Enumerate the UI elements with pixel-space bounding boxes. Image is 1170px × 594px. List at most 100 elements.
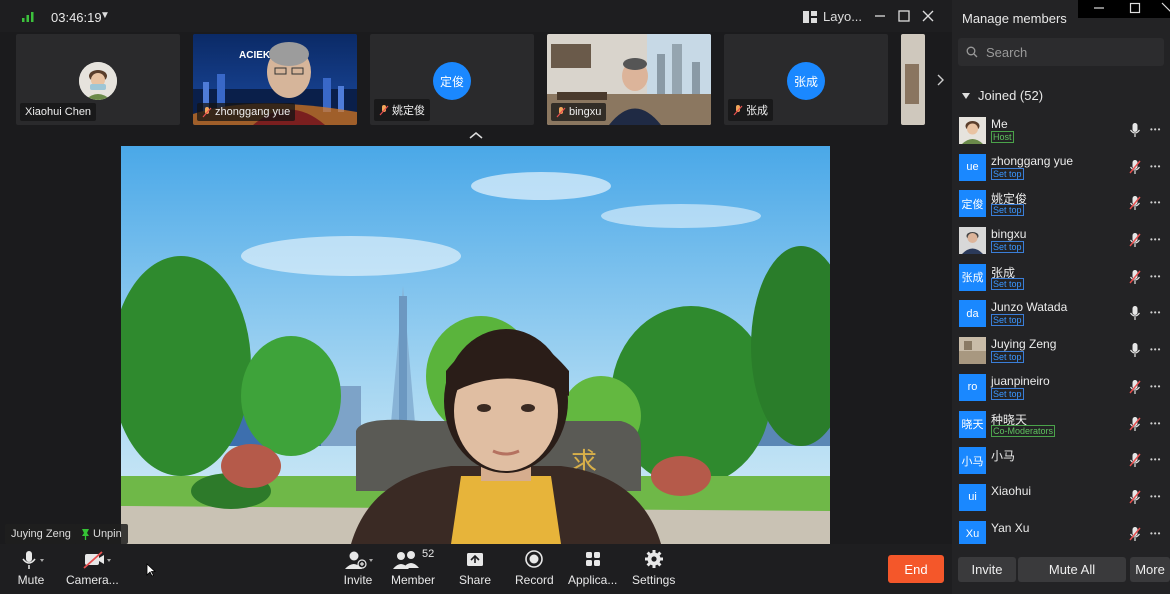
avatar	[959, 337, 986, 365]
applications-button[interactable]: Applica...	[568, 550, 617, 587]
more-options-icon[interactable]: •••	[1150, 235, 1161, 244]
maximize-icon[interactable]	[1128, 1, 1142, 15]
thumbnail-yao-dingjun[interactable]: 定俊 姚定俊	[370, 34, 534, 125]
set-top-button[interactable]: Set top	[991, 314, 1024, 327]
microphone-icon[interactable]	[1128, 122, 1142, 138]
thumbnail-zhang-cheng[interactable]: 张成 张成	[724, 34, 888, 125]
set-top-button[interactable]: Set top	[991, 241, 1024, 254]
joined-section-header[interactable]: Joined (52)	[962, 88, 1043, 103]
gear-icon	[644, 550, 663, 568]
avatar: da	[959, 300, 986, 328]
set-top-button[interactable]: Set top	[991, 351, 1024, 364]
mic-muted-icon[interactable]	[1128, 416, 1142, 432]
mic-muted-icon[interactable]	[1128, 526, 1142, 542]
more-options-icon[interactable]: •••	[1150, 492, 1161, 501]
more-options-icon[interactable]: •••	[1150, 345, 1161, 354]
more-options-icon[interactable]: •••	[1150, 455, 1161, 464]
set-top-button[interactable]: Set top	[991, 167, 1024, 180]
record-button[interactable]: Record	[515, 550, 554, 587]
mute-all-button[interactable]: Mute All	[1018, 557, 1126, 582]
member-count: 52	[422, 548, 435, 560]
minimize-icon[interactable]	[1092, 1, 1106, 15]
member-row[interactable]: bingxu Set top •••	[952, 224, 1170, 261]
mouse-cursor-icon	[146, 563, 156, 577]
end-meeting-button[interactable]: End	[888, 555, 944, 583]
member-row[interactable]: 张成 张成 Set top •••	[952, 261, 1170, 298]
camera-button[interactable]: Camera...	[66, 550, 119, 587]
chevron-right-icon[interactable]	[932, 72, 948, 88]
mic-muted-icon[interactable]	[1128, 452, 1142, 468]
microphone-icon[interactable]	[1128, 305, 1142, 321]
member-row[interactable]: ue zhonggang yue Set top •••	[952, 151, 1170, 188]
participant-name: bingxu	[551, 103, 607, 121]
member-row[interactable]: ro juanpineiro Set top •••	[952, 371, 1170, 408]
invite-button[interactable]: Invite	[958, 557, 1016, 582]
role-badge: Co-Moderators	[991, 424, 1056, 437]
more-options-icon[interactable]: •••	[1150, 272, 1161, 281]
member-name: Me	[991, 117, 1008, 131]
mute-button[interactable]: Mute	[16, 550, 46, 587]
member-row[interactable]: 小马 小马 •••	[952, 444, 1170, 481]
caret-down-icon	[962, 92, 970, 99]
more-options-icon[interactable]: •••	[1150, 419, 1161, 428]
more-options-icon[interactable]: •••	[1150, 125, 1161, 134]
member-name: Xiaohui	[991, 483, 1032, 498]
main-video[interactable]: 求	[121, 146, 830, 544]
search-input[interactable]	[984, 43, 1158, 61]
minimize-icon[interactable]	[872, 8, 888, 24]
maximize-icon[interactable]	[896, 8, 912, 24]
mic-muted-icon[interactable]	[1128, 269, 1142, 285]
member-name: 小马	[991, 449, 1016, 464]
member-row[interactable]: Me Host •••	[952, 114, 1170, 151]
member-row[interactable]: da Junzo Watada Set top •••	[952, 297, 1170, 334]
layout-button[interactable]: Layo...	[803, 9, 862, 24]
microphone-icon	[22, 551, 44, 569]
member-row[interactable]: Juying Zeng Set top •••	[952, 334, 1170, 371]
member-row[interactable]: ui Xiaohui •••	[952, 481, 1170, 518]
member-row[interactable]: Xu Yan Xu •••	[952, 518, 1170, 544]
mic-muted-icon[interactable]	[1128, 379, 1142, 395]
chevron-down-icon[interactable]: ▼	[100, 10, 110, 21]
mic-muted-icon[interactable]	[1128, 159, 1142, 175]
avatar: 定俊	[959, 190, 986, 218]
avatar: ui	[959, 483, 986, 511]
thumbnail-partial[interactable]	[901, 34, 925, 125]
window-controls	[1078, 0, 1170, 18]
chevron-up-icon[interactable]	[468, 130, 484, 140]
member-button[interactable]: 52 Member	[391, 548, 435, 587]
mic-muted-icon[interactable]	[1128, 195, 1142, 211]
thumbnail-bingxu[interactable]: bingxu	[547, 34, 711, 125]
member-row[interactable]: 晓天 种晓天 Co-Moderators •••	[952, 408, 1170, 445]
more-button[interactable]: More	[1130, 557, 1170, 582]
more-options-icon[interactable]: •••	[1150, 529, 1161, 538]
close-icon[interactable]	[1160, 1, 1170, 15]
microphone-icon[interactable]	[1128, 342, 1142, 358]
settings-button[interactable]: Settings	[632, 550, 675, 587]
mic-muted-icon[interactable]	[1128, 489, 1142, 505]
avatar: Xu	[959, 520, 986, 544]
more-options-icon[interactable]: •••	[1150, 198, 1161, 207]
set-top-button[interactable]: Set top	[991, 387, 1024, 400]
more-options-icon[interactable]: •••	[1150, 382, 1161, 391]
more-options-icon[interactable]: •••	[1150, 308, 1161, 317]
member-row[interactable]: 定俊 姚定俊 Set top •••	[952, 187, 1170, 224]
camera-off-icon	[83, 551, 112, 569]
mic-muted-icon	[556, 106, 566, 117]
member-list: Me Host ••• ue zhonggang yue Set top ••• 定俊 姚定俊 S…	[952, 114, 1170, 544]
search-icon	[966, 46, 978, 58]
set-top-button[interactable]: Set top	[991, 277, 1024, 290]
signal-icon	[22, 12, 34, 22]
member-name: juanpineiro	[991, 373, 1050, 388]
more-options-icon[interactable]: •••	[1150, 162, 1161, 171]
member-search[interactable]	[958, 38, 1164, 66]
share-button[interactable]: Share	[459, 550, 491, 587]
close-icon[interactable]	[920, 8, 936, 24]
mic-muted-icon[interactable]	[1128, 232, 1142, 248]
speaker-name-tag: Juying Zeng	[5, 524, 77, 544]
thumbnail-zhonggang-yue[interactable]: ACIEK zhonggang yue	[193, 34, 357, 125]
thumbnail-xiaohui-chen[interactable]: Xiaohui Chen	[16, 34, 180, 125]
invite-button[interactable]: Invite	[340, 550, 376, 587]
participant-thumbnails: Xiaohui Chen ACIEK zhonggang yue 定俊 姚定俊 …	[0, 32, 952, 128]
unpin-button[interactable]: Unpin	[75, 524, 128, 544]
set-top-button[interactable]: Set top	[991, 204, 1024, 217]
